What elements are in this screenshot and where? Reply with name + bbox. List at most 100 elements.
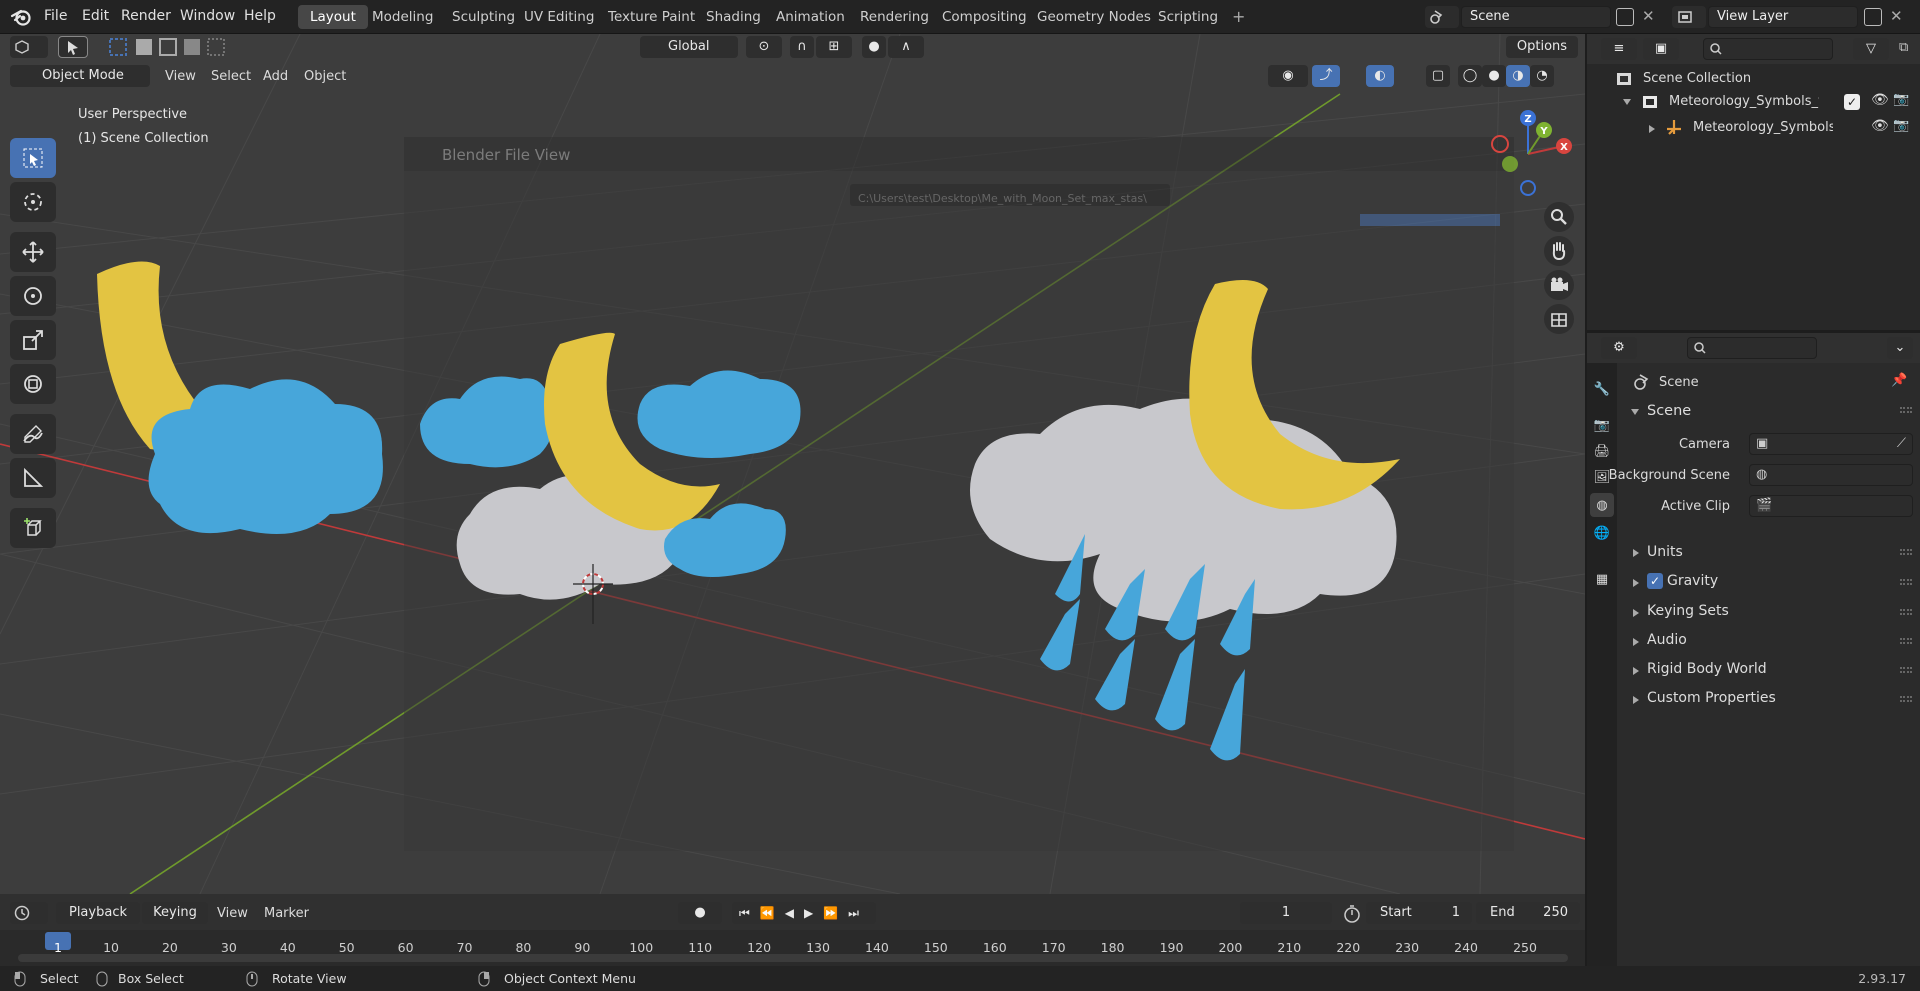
tab-texture-paint[interactable]: Texture Paint bbox=[596, 5, 707, 29]
camera-view-button[interactable] bbox=[1544, 270, 1574, 300]
material-shading-icon[interactable]: ◑ bbox=[1506, 65, 1530, 87]
rotate-tool[interactable] bbox=[10, 276, 56, 316]
timeline-scrollbar[interactable] bbox=[18, 954, 1568, 962]
proportional-falloff-icon[interactable]: ∧ bbox=[888, 36, 924, 58]
rigid-body-expand-icon[interactable] bbox=[1633, 667, 1639, 675]
pan-view-button[interactable] bbox=[1544, 236, 1574, 266]
tab-geometry-nodes[interactable]: Geometry Nodes bbox=[1025, 5, 1163, 29]
tab-animation[interactable]: Animation bbox=[764, 5, 857, 29]
tab-layout[interactable]: Layout bbox=[298, 5, 368, 29]
panel-rigid-body-world[interactable]: Rigid Body World bbox=[1647, 661, 1767, 677]
solid-shading-icon[interactable]: ● bbox=[1482, 65, 1506, 87]
outliner-item-object[interactable]: Meteorology_Symbols_w bbox=[1693, 120, 1833, 135]
properties-search-input[interactable] bbox=[1687, 337, 1817, 359]
keying-sets-grip[interactable] bbox=[1900, 609, 1912, 615]
pin-icon[interactable]: 📌 bbox=[1891, 373, 1907, 388]
snap-toggle-icon[interactable]: ∩ bbox=[790, 36, 814, 58]
rigid-body-grip[interactable] bbox=[1900, 667, 1912, 673]
collapse-arrow-icon[interactable] bbox=[1623, 99, 1631, 105]
ortho-toggle-button[interactable] bbox=[1544, 304, 1574, 334]
timeline-editor[interactable]: Playback Keying View Marker ● ⏮⏪◀▶⏩⏭ 1 S… bbox=[0, 894, 1585, 966]
navigation-gizmo[interactable]: Z X Y bbox=[1478, 104, 1578, 204]
playback-controls[interactable]: ⏮⏪◀▶⏩⏭ bbox=[732, 902, 876, 924]
view-layer-selector-button[interactable] bbox=[1672, 6, 1706, 28]
outliner[interactable]: ≡ ▣ ▽ ⧉ Scene Collection Meteorology_Sym… bbox=[1587, 34, 1920, 330]
new-scene-icon[interactable] bbox=[1616, 8, 1634, 26]
xray-toggle-icon[interactable]: ▢ bbox=[1426, 65, 1450, 87]
output-tab-icon[interactable]: 🖨 bbox=[1590, 439, 1614, 463]
expand-arrow-icon[interactable] bbox=[1649, 125, 1655, 133]
tool-tab-icon[interactable]: 🔧 bbox=[1590, 377, 1614, 401]
new-collection-icon[interactable]: ⧉ bbox=[1899, 40, 1908, 55]
auto-keying-icon[interactable]: ● bbox=[678, 902, 722, 924]
add-cube-tool[interactable] bbox=[10, 508, 56, 548]
collection-visibility-eye-icon[interactable]: 👁 bbox=[1871, 92, 1889, 108]
annotate-tool[interactable] bbox=[10, 414, 56, 454]
rendered-shading-icon[interactable]: ◔ bbox=[1530, 65, 1554, 87]
filter-icon[interactable]: ▽ bbox=[1853, 38, 1889, 60]
object-mode-dropdown[interactable]: Object Mode bbox=[10, 65, 150, 87]
cursor-tool[interactable] bbox=[10, 182, 56, 222]
scene-panel-header[interactable]: Scene bbox=[1647, 403, 1691, 419]
render-tab-icon[interactable]: 📷 bbox=[1590, 413, 1614, 437]
tab-shading[interactable]: Shading bbox=[694, 5, 773, 29]
menu-window[interactable]: Window bbox=[180, 8, 235, 24]
tab-scripting[interactable]: Scripting bbox=[1146, 5, 1230, 29]
outliner-editor-type-button[interactable]: ≡ bbox=[1601, 38, 1637, 60]
measure-tool[interactable] bbox=[10, 458, 56, 498]
units-grip[interactable] bbox=[1900, 549, 1912, 555]
3d-viewport[interactable]: Blender File View C:\Users\test\Desktop\… bbox=[0, 34, 1585, 894]
outliner-item-collection[interactable]: Meteorology_Symbols_with_N bbox=[1669, 94, 1819, 109]
menu-help[interactable]: Help bbox=[244, 8, 276, 24]
custom-properties-grip[interactable] bbox=[1900, 696, 1912, 702]
select-box-tool[interactable] bbox=[10, 138, 56, 178]
object-render-camera-icon[interactable]: 📷 bbox=[1893, 118, 1909, 133]
collection-include-checkbox[interactable]: ✓ bbox=[1844, 94, 1860, 110]
panel-custom-properties[interactable]: Custom Properties bbox=[1647, 690, 1776, 706]
blender-logo-icon[interactable] bbox=[10, 7, 32, 27]
current-frame-field[interactable]: 1 bbox=[1240, 902, 1332, 924]
gizmo-toggle-icon[interactable]: ⤴ bbox=[1312, 65, 1340, 87]
audio-grip[interactable] bbox=[1900, 638, 1912, 644]
scene-selector-button[interactable] bbox=[1425, 6, 1459, 28]
background-scene-field[interactable]: ◍ bbox=[1749, 464, 1913, 486]
audio-expand-icon[interactable] bbox=[1633, 638, 1639, 646]
remove-scene-icon[interactable]: ✕ bbox=[1642, 7, 1655, 25]
tab-uv-editing[interactable]: UV Editing bbox=[512, 5, 606, 29]
panel-units[interactable]: Units bbox=[1647, 544, 1683, 560]
remove-view-layer-icon[interactable]: ✕ bbox=[1890, 7, 1903, 25]
menu-add[interactable]: Add bbox=[263, 69, 288, 84]
selection-mode-icons[interactable] bbox=[108, 37, 228, 57]
options-dropdown[interactable]: Options bbox=[1506, 36, 1578, 58]
gravity-checkbox[interactable]: ✓ bbox=[1647, 573, 1663, 589]
proportional-edit-icon[interactable]: ● bbox=[862, 36, 886, 58]
playback-dropdown[interactable]: Playback bbox=[56, 902, 140, 924]
zoom-view-button[interactable] bbox=[1544, 202, 1574, 232]
outliner-search-input[interactable] bbox=[1703, 38, 1833, 60]
end-frame-field[interactable]: End 250 bbox=[1476, 902, 1580, 924]
menu-select[interactable]: Select bbox=[211, 69, 251, 84]
scale-tool[interactable] bbox=[10, 320, 56, 360]
view-layer-field[interactable]: View Layer bbox=[1708, 6, 1858, 28]
scene-panel-grip[interactable] bbox=[1900, 407, 1912, 413]
keying-sets-expand-icon[interactable] bbox=[1633, 609, 1639, 617]
panel-keying-sets[interactable]: Keying Sets bbox=[1647, 603, 1729, 619]
units-expand-icon[interactable] bbox=[1633, 549, 1639, 557]
wireframe-shading-icon[interactable]: ◯ bbox=[1458, 65, 1482, 87]
overlay-toggle-icon[interactable]: ◐ bbox=[1366, 65, 1394, 87]
timeline-menu-view[interactable]: View bbox=[217, 906, 248, 921]
world-tab-icon[interactable]: 🌐 bbox=[1590, 521, 1614, 545]
menu-view[interactable]: View bbox=[165, 69, 196, 84]
custom-properties-expand-icon[interactable] bbox=[1633, 696, 1639, 704]
tab-rendering[interactable]: Rendering bbox=[848, 5, 941, 29]
transform-orientation-dropdown[interactable]: Global bbox=[640, 36, 738, 58]
snap-target-icon[interactable]: ⊞ bbox=[816, 36, 852, 58]
properties-options-dropdown[interactable]: ⌄ bbox=[1887, 337, 1913, 359]
properties-editor-type-button[interactable]: ⚙ bbox=[1601, 337, 1637, 359]
select-tweak-button[interactable] bbox=[58, 36, 88, 58]
timeline-editor-type-button[interactable] bbox=[10, 902, 48, 924]
editor-type-button[interactable] bbox=[10, 36, 48, 58]
scene-tab-icon[interactable]: ◍ bbox=[1590, 493, 1614, 517]
panel-audio[interactable]: Audio bbox=[1647, 632, 1687, 648]
scene-name-field[interactable]: Scene bbox=[1461, 6, 1611, 28]
